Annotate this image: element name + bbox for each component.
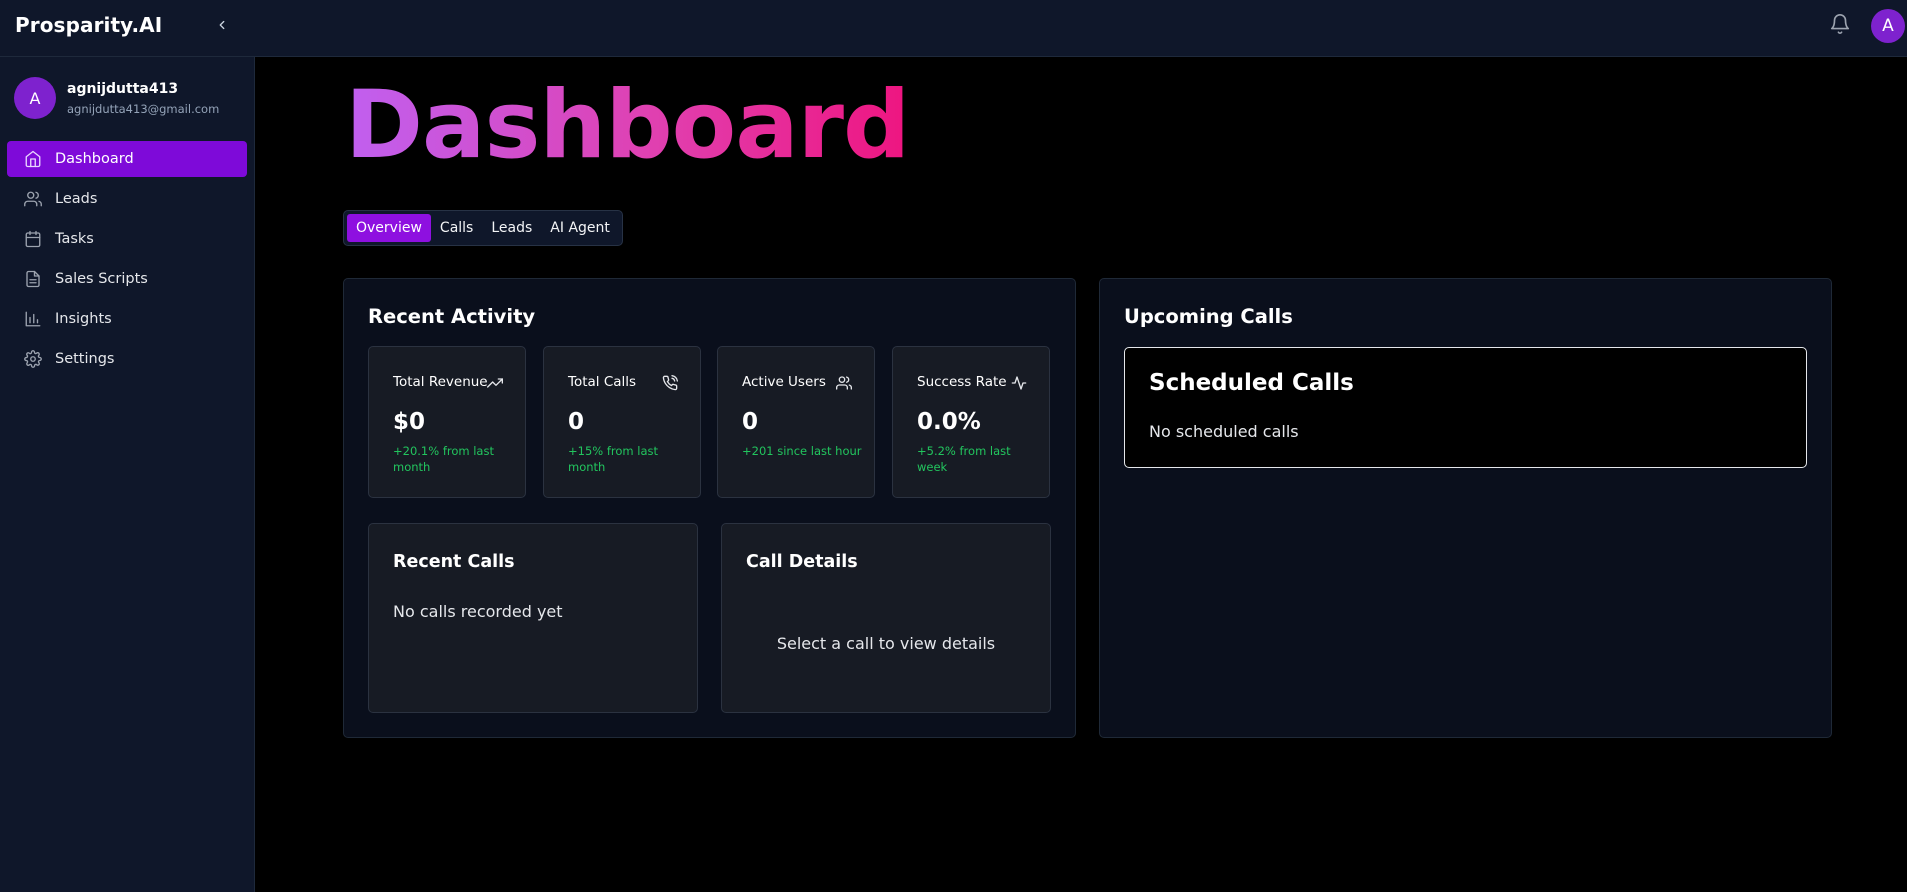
stat-delta: +20.1% from last month <box>393 444 494 474</box>
sidebar-item-settings[interactable]: Settings <box>7 341 247 377</box>
user-avatar-button[interactable]: A <box>1871 9 1905 43</box>
stat-card-success-rate: Success Rate 0.0% +5.2% from last week <box>892 346 1050 498</box>
stat-label: Total Revenue <box>393 374 488 390</box>
recent-activity-title: Recent Activity <box>368 305 536 328</box>
tab-overview[interactable]: Overview <box>347 214 431 242</box>
calendar-icon <box>23 229 43 249</box>
sidebar-item-sales-scripts[interactable]: Sales Scripts <box>7 261 247 297</box>
collapse-sidebar-button[interactable] <box>212 15 232 37</box>
page-title: Dashboard <box>345 71 910 180</box>
sidebar-item-label: Tasks <box>55 231 94 247</box>
stat-card-active-users: Active Users 0 +201 since last hour <box>717 346 875 498</box>
bar-chart-icon <box>23 309 43 329</box>
recent-calls-card: Recent Calls No calls recorded yet <box>368 523 698 713</box>
stat-label: Active Users <box>742 374 826 390</box>
avatar: A <box>14 77 56 119</box>
user-profile[interactable]: A agnijdutta413 agnijdutta413@gmail.com <box>14 77 244 122</box>
scheduled-calls-empty-message: No scheduled calls <box>1149 422 1299 441</box>
stat-value: 0 <box>568 409 585 435</box>
chevron-left-icon <box>215 17 229 36</box>
stat-value: 0 <box>742 409 759 435</box>
stat-delta: +15% from last month <box>568 444 659 474</box>
sidebar-item-label: Sales Scripts <box>55 271 148 287</box>
sidebar-nav: Dashboard Leads Tasks Sales Scripts Insi… <box>7 141 247 381</box>
sidebar-item-label: Settings <box>55 351 115 367</box>
call-details-title: Call Details <box>746 552 858 572</box>
users-icon <box>835 374 853 392</box>
gear-icon <box>23 349 43 369</box>
sidebar-item-insights[interactable]: Insights <box>7 301 247 337</box>
scheduled-calls-card: Scheduled Calls No scheduled calls <box>1124 347 1807 468</box>
sidebar-item-tasks[interactable]: Tasks <box>7 221 247 257</box>
sidebar-item-label: Leads <box>55 191 98 207</box>
phone-call-icon <box>661 374 679 392</box>
users-icon <box>23 189 43 209</box>
tab-ai-agent[interactable]: AI Agent <box>541 214 619 242</box>
user-name: agnijdutta413 <box>67 81 179 97</box>
home-icon <box>23 149 43 169</box>
stat-label: Total Calls <box>568 374 637 390</box>
sidebar: A agnijdutta413 agnijdutta413@gmail.com … <box>0 57 255 892</box>
stat-value: 0.0% <box>917 409 981 435</box>
stat-delta: +5.2% from last week <box>917 444 1011 474</box>
tab-calls[interactable]: Calls <box>431 214 482 242</box>
upcoming-calls-title: Upcoming Calls <box>1124 305 1293 328</box>
trending-up-icon <box>486 374 504 392</box>
stat-delta: +201 since last hour <box>742 444 862 458</box>
bell-icon <box>1829 13 1851 39</box>
top-bar: Prosparity.AI A <box>0 0 1907 57</box>
activity-icon <box>1010 374 1028 392</box>
sidebar-item-label: Insights <box>55 311 112 327</box>
dashboard-tabs: Overview Calls Leads AI Agent <box>343 210 623 246</box>
sidebar-item-leads[interactable]: Leads <box>7 181 247 217</box>
document-icon <box>23 269 43 289</box>
stat-value: $0 <box>393 409 426 435</box>
recent-calls-title: Recent Calls <box>393 552 515 572</box>
sidebar-item-dashboard[interactable]: Dashboard <box>7 141 247 177</box>
call-details-card: Call Details Select a call to view detai… <box>721 523 1051 713</box>
recent-calls-empty-message: No calls recorded yet <box>393 602 563 621</box>
brand-logo[interactable]: Prosparity.AI <box>15 13 162 37</box>
stat-card-total-calls: Total Calls 0 +15% from last month <box>543 346 701 498</box>
user-email: agnijdutta413@gmail.com <box>67 102 220 116</box>
call-details-empty-message: Select a call to view details <box>776 634 996 653</box>
tab-leads[interactable]: Leads <box>482 214 541 242</box>
stat-card-total-revenue: Total Revenue $0 +20.1% from last month <box>368 346 526 498</box>
notifications-button[interactable] <box>1828 14 1852 38</box>
scheduled-calls-title: Scheduled Calls <box>1149 370 1354 396</box>
sidebar-item-label: Dashboard <box>55 151 134 167</box>
stat-label: Success Rate <box>917 374 1007 390</box>
